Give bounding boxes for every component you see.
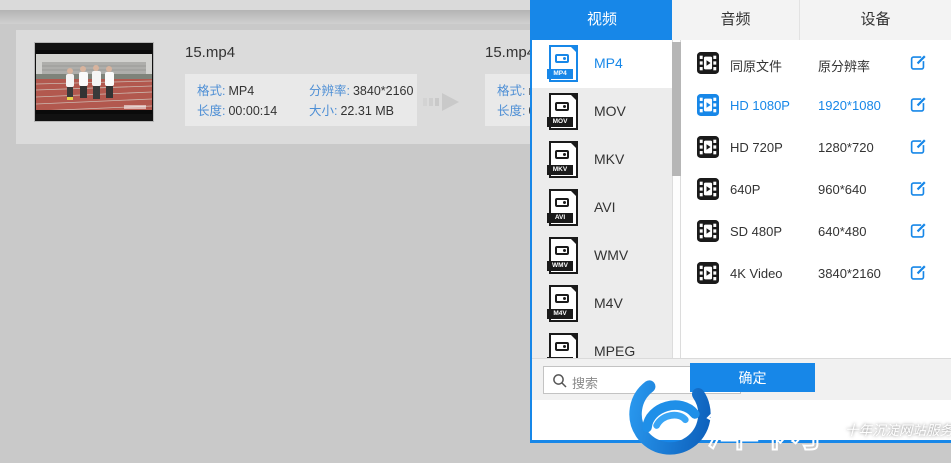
wmv-file-icon: WMV [549,237,578,274]
m4v-file-icon: M4V [549,285,578,322]
film-icon [697,136,719,163]
preset-row-hd1080p[interactable]: HD 1080P 1920*1080 [681,84,951,126]
popup-bottom-bar: 搜索 确定 [532,358,951,400]
resolution-value: 3840*2160 [353,84,413,98]
preset-row-original[interactable]: 同原文件 原分辨率 [681,42,951,84]
tab-device[interactable]: 设备 [800,0,951,40]
edit-preset-icon[interactable] [908,179,928,199]
tab-video[interactable]: 视频 [532,0,672,40]
duration-value: 00:00:14 [228,104,277,118]
film-icon [697,94,719,121]
format-item-m4v[interactable]: M4V M4V [532,280,672,328]
format-list: MP4 MP4 MOV MOV MKV MKV AVI AVI WMV WMV … [532,40,672,398]
search-placeholder: 搜索 [572,373,598,392]
popup-tabbar: 视频 音频 设备 [532,0,951,40]
mov-file-icon: MOV [549,93,578,130]
avi-file-icon: AVI [549,189,578,226]
size-value: 22.31 MB [340,104,394,118]
duration-label: 长度: [497,104,525,118]
format-label: 格式: [497,84,525,98]
format-value: MP4 [228,84,254,98]
film-icon [697,52,719,79]
format-item-mp4[interactable]: MP4 MP4 [532,40,672,88]
format-item-wmv[interactable]: WMV WMV [532,232,672,280]
output-format-popup: 视频 音频 设备 MP4 MP4 MOV MOV MKV MKV AVI AVI [530,0,951,443]
thumbnail-scene [36,50,152,114]
tab-audio[interactable]: 音频 [672,0,800,40]
preset-row-4k[interactable]: 4K Video 3840*2160 [681,252,951,294]
film-icon [697,178,719,205]
film-icon [697,220,719,247]
preset-row-640p[interactable]: 640P 960*640 [681,168,951,210]
confirm-button[interactable]: 确定 [690,363,815,392]
format-item-mov[interactable]: MOV MOV [532,88,672,136]
duration-label: 长度: [197,104,225,118]
search-icon [551,372,569,390]
preset-row-sd480p[interactable]: SD 480P 640*480 [681,210,951,252]
format-item-mkv[interactable]: MKV MKV [532,136,672,184]
format-item-avi[interactable]: AVI AVI [532,184,672,232]
edit-preset-icon[interactable] [908,53,928,73]
file-title: 15.mp4 [185,44,235,61]
format-list-scrollbar-thumb[interactable] [672,42,681,176]
mp4-file-icon: MP4 [549,45,578,82]
edit-preset-icon[interactable] [908,221,928,241]
mkv-file-icon: MKV [549,141,578,178]
film-icon [697,262,719,289]
video-thumbnail[interactable] [34,42,154,122]
edit-preset-icon[interactable] [908,95,928,115]
edit-preset-icon[interactable] [908,137,928,157]
format-label: 格式: [197,84,225,98]
edit-preset-icon[interactable] [908,263,928,283]
size-label: 大小: [309,104,337,118]
resolution-label: 分辨率: [309,84,350,98]
preset-panel: 同原文件 原分辨率 HD 1080P 1920*1080 [681,40,951,398]
file-info-box: 格式:MP4 分辨率:3840*2160 长度:00:00:14 大小:22.3… [185,74,417,126]
transfer-arrow-icon [423,91,461,113]
file-title: 15.mp4 [485,44,535,61]
preset-row-hd720p[interactable]: HD 720P 1280*720 [681,126,951,168]
